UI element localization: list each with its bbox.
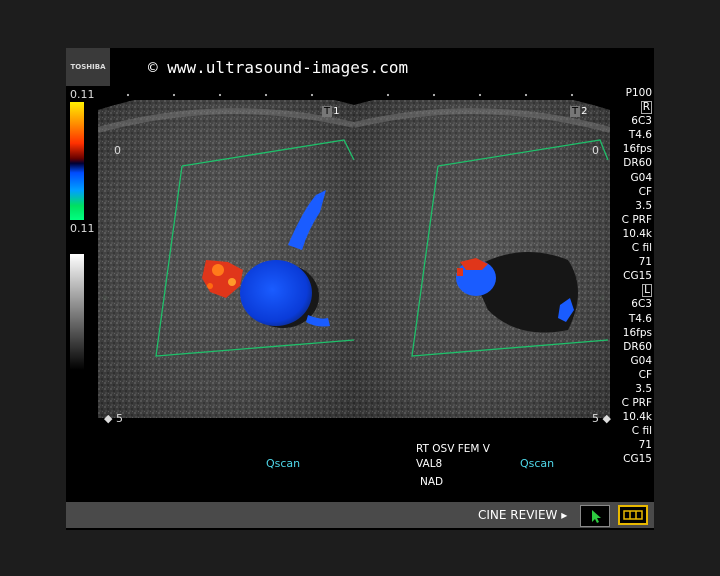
param-value: 6C3 — [631, 298, 652, 311]
left-depth-bottom-value: 5 — [115, 412, 123, 425]
acquisition-parameters: P100 R 6C3 T4.6 16fps DR60 G04 CF 3.5 C PRF 10.4… — [614, 86, 652, 467]
right-depth-top: 0 — [592, 144, 599, 157]
cursor-button[interactable] — [580, 505, 610, 527]
param-value: CG15 — [623, 270, 652, 283]
side-left-text: L — [642, 284, 652, 298]
grayscale-bar — [70, 254, 84, 370]
pointer-arrow-icon — [592, 510, 601, 523]
manufacturer-logo: TOSHIBA — [66, 48, 110, 86]
param-value: C PRF — [621, 397, 652, 410]
annotation-line-3: NAD — [420, 476, 444, 488]
depth-ruler-top — [126, 93, 574, 97]
left-mode-label: Qscan — [266, 457, 301, 470]
side-right-text: R — [640, 101, 652, 115]
color-velocity-bar — [70, 102, 84, 220]
params-block-left: 6C3 T4.6 16fps DR60 G04 CF 3.5 C PRF 10.4k C fil 7… — [614, 297, 652, 466]
param-value: G04 — [630, 354, 653, 367]
frame-number-2: 2 — [581, 106, 588, 117]
film-strip-icon — [623, 510, 643, 520]
velocity-scale-top: 0.11 — [70, 88, 95, 101]
param-value: CF — [638, 185, 652, 198]
annotation-line-1: RT OSV FEM V — [416, 443, 490, 455]
param-value: 3.5 — [635, 199, 652, 212]
param-value: 10.4k — [622, 411, 652, 424]
left-depth-bottom: ◆ 5 — [104, 412, 123, 425]
param-value: G04 — [630, 171, 653, 184]
param-value: 71 — [638, 256, 652, 269]
param-value: C fil — [631, 242, 652, 255]
velocity-scale-bottom: 0.11 — [70, 222, 95, 235]
left-depth-top: 0 — [114, 144, 121, 157]
side-indicator-right: R — [614, 100, 652, 115]
left-image-panel — [98, 100, 355, 418]
copyright-banner: © www.ultrasound-images.com — [110, 48, 650, 86]
param-value: 16fps — [622, 326, 652, 339]
t-icon: T — [570, 106, 581, 117]
right-mode-label: Qscan — [520, 457, 555, 470]
right-image-panel — [353, 100, 610, 418]
side-indicator-left: L — [614, 283, 652, 298]
right-depth-bottom-value: 5 — [592, 412, 599, 425]
right-depth-bottom: 5 ◆ — [592, 412, 611, 425]
cine-loop-button[interactable] — [618, 505, 648, 525]
param-value: 10.4k — [622, 227, 652, 240]
param-value: C PRF — [621, 213, 652, 226]
frame-label-1: T1 — [322, 106, 339, 117]
t-icon: T — [322, 106, 333, 117]
param-value: DR60 — [623, 157, 652, 170]
param-value: 16fps — [622, 143, 652, 156]
param-value: T4.6 — [628, 129, 652, 142]
param-value: CG15 — [623, 453, 652, 466]
frame-label-2: T2 — [570, 106, 587, 117]
params-block-right: 6C3 T4.6 16fps DR60 G04 CF 3.5 C PRF 10.4k C fil 7… — [614, 114, 652, 283]
param-value: C fil — [631, 425, 652, 438]
dual-ultrasound-image — [98, 100, 610, 418]
param-value: T4.6 — [628, 312, 652, 325]
param-value: 71 — [638, 439, 652, 452]
param-value: DR60 — [623, 340, 652, 353]
copyright-text: © www.ultrasound-images.com — [148, 57, 409, 77]
param-value: 3.5 — [635, 382, 652, 395]
preset-label: P100 — [625, 87, 652, 99]
cine-review-label: CINE REVIEW ▸ — [478, 508, 568, 522]
param-value: CF — [638, 368, 652, 381]
frame-number-1: 1 — [333, 106, 340, 117]
annotation-line-2: VAL8 — [416, 458, 443, 470]
logo-text: TOSHIBA — [70, 63, 106, 71]
param-value: 6C3 — [631, 115, 652, 128]
